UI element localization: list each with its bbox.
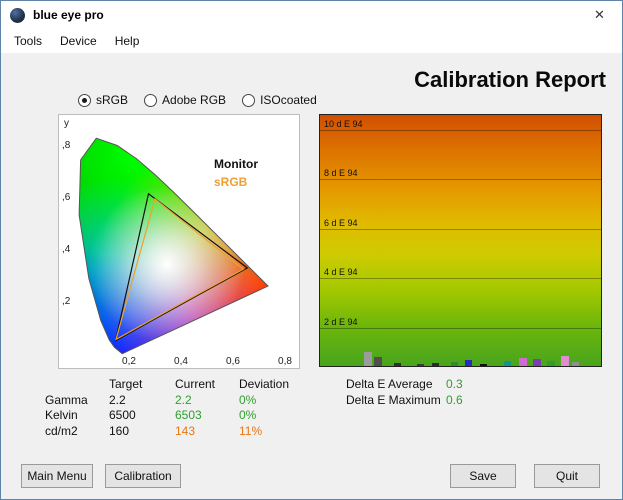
legend-monitor: Monitor [214,157,258,171]
delta-e-bar [451,361,458,366]
delta-e-bar [572,362,579,366]
luminance-current: 143 [175,423,196,438]
delta-e-bar [480,364,487,366]
menu-bar: Tools Device Help [1,29,622,53]
delta-e-axis-label: 6 d E 94 [324,217,358,228]
y-axis-tick: ,8 [62,140,71,151]
menu-item-device[interactable]: Device [51,30,106,52]
delta-e-gridline [320,179,601,181]
cie-gamut-svg [59,115,299,368]
radio-isocoated-label: ISOcoated [260,93,317,107]
delta-e-bar [417,363,424,366]
y-axis-tick: ,2 [62,296,71,307]
y-axis-tick: ,6 [62,192,71,203]
col-header-deviation: Deviation [239,377,290,391]
results-table: Target Current Deviation Gamma 2.2 2.2 0… [45,377,311,439]
radio-unselected-icon [144,93,158,107]
col-header-target: Target [109,377,143,391]
delta-e-gridline [320,228,601,230]
radio-srgb[interactable]: sRGB [78,93,128,107]
delta-e-bar [432,363,439,366]
x-axis-tick: 0,2 [122,356,136,367]
delta-e-axis-label: 4 d E 94 [324,267,358,278]
delta-e-bar [561,356,569,366]
luminance-target: 160 [109,423,130,438]
kelvin-deviation: 0% [239,408,257,422]
page-title: Calibration Report [414,67,606,92]
delta-e-bar [504,361,511,366]
delta-e-axis-label: 2 d E 94 [324,316,358,327]
row-label-kelvin: Kelvin [45,408,78,422]
gamut-radio-group: sRGB Adobe RGB ISOcoated [78,93,317,107]
radio-selected-icon [78,93,91,107]
cie-chromaticity-diagram: y ,2 ,4 ,6 ,8 0,2 0,4 0,6 0,8 Monitor sR… [58,114,300,369]
delta-e-bar [364,352,372,366]
main-menu-button[interactable]: Main Menu [21,464,93,488]
delta-e-bar [465,359,472,366]
app-window: blue eye pro ✕ Tools Device Help Calibra… [0,0,623,500]
delta-e-average-value: 0.3 [446,377,463,391]
radio-isocoated[interactable]: ISOcoated [242,93,317,107]
window-title: blue eye pro [33,8,104,22]
y-axis-title: y [64,118,69,129]
delta-e-maximum-value: 0.6 [446,393,463,407]
close-icon[interactable]: ✕ [577,1,622,29]
menu-item-tools[interactable]: Tools [5,30,51,52]
radio-unselected-icon [242,93,256,107]
luminance-deviation: 11% [239,423,263,438]
delta-e-bar [533,359,541,366]
radio-adobe-rgb-label: Adobe RGB [162,93,227,107]
col-header-current: Current [175,377,216,391]
delta-e-bar [519,357,527,366]
x-axis-tick: 0,8 [278,356,292,367]
kelvin-current: 6503 [175,408,202,422]
delta-e-maximum-label: Delta E Maximum [346,393,441,407]
delta-e-axis-label: 10 d E 94 [324,118,363,129]
menu-item-help[interactable]: Help [106,30,149,52]
x-axis-tick: 0,6 [226,356,240,367]
delta-e-average-label: Delta E Average [346,377,433,391]
delta-e-bar [394,362,401,366]
delta-e-chart: 10 d E 94 8 d E 94 6 d E 94 4 d E 94 2 d E 9… [319,114,602,367]
gamma-target: 2.2 [109,392,126,407]
table-corner [45,377,109,393]
gamma-current: 2.2 [175,392,192,407]
row-label-gamma: Gamma [45,392,88,407]
title-bar: blue eye pro ✕ [1,1,622,29]
quit-button[interactable]: Quit [534,464,600,488]
row-label-luminance: cd/m2 [45,423,78,438]
calibration-button[interactable]: Calibration [105,464,181,488]
delta-e-bar [374,357,382,366]
gamma-deviation: 0% [239,392,257,407]
delta-e-gridline [320,327,601,329]
delta-e-gridline [320,278,601,280]
x-axis-tick: 0,4 [174,356,188,367]
kelvin-target: 6500 [109,408,136,422]
radio-adobe-rgb[interactable]: Adobe RGB [144,93,226,107]
delta-e-axis-label: 8 d E 94 [324,168,358,179]
legend-srgb: sRGB [214,175,248,189]
radio-srgb-label: sRGB [96,93,129,107]
save-button[interactable]: Save [450,464,516,488]
delta-e-gridline [320,129,601,131]
app-icon [10,7,25,23]
y-axis-tick: ,4 [62,244,71,255]
delta-e-summary: Delta E Average 0.3 Delta E Maximum 0.6 [346,377,486,409]
delta-e-bar [547,360,555,366]
